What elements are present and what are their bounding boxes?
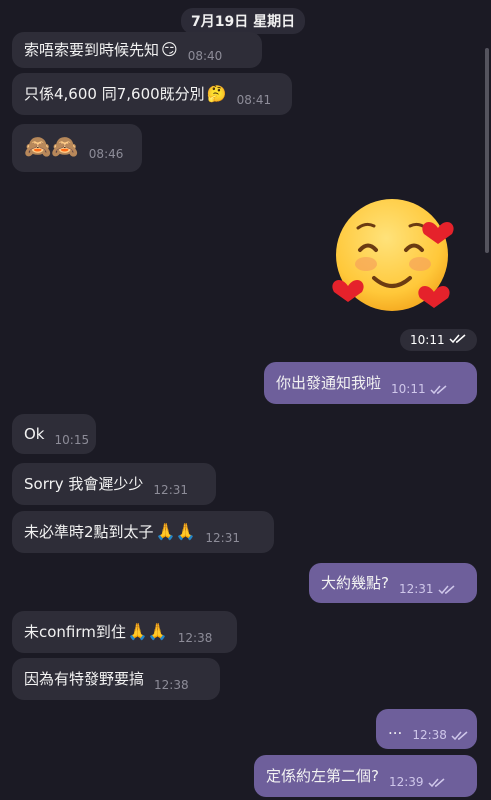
message-time: 10:11 xyxy=(391,382,426,396)
folded-hands-emoji: 🙏🙏 xyxy=(155,522,196,541)
message-time: 12:39 xyxy=(388,775,424,789)
message-time: 08:40 xyxy=(187,49,223,63)
message-incoming[interactable]: 因為有特發野要搞 12:38 xyxy=(12,658,220,700)
message-outgoing[interactable]: ... 12:38 xyxy=(376,709,477,749)
double-check-icon xyxy=(430,380,448,400)
message-time: 12:38 xyxy=(177,631,213,645)
message-outgoing[interactable]: 你出發通知我啦 10:11 xyxy=(264,362,477,404)
sticker-smiling-hearts[interactable] xyxy=(330,198,460,318)
folded-hands-emoji: 🙏🙏 xyxy=(127,622,168,641)
message-outgoing[interactable]: 大約幾點? 12:31 xyxy=(309,563,477,603)
message-time: 10:11 xyxy=(410,333,445,347)
message-time: 12:38 xyxy=(412,728,447,742)
message-incoming[interactable]: Ok 10:15 xyxy=(12,414,96,454)
message-time: 08:41 xyxy=(236,93,272,107)
message-text: ... xyxy=(388,720,403,738)
message-time: 12:31 xyxy=(153,483,189,497)
message-time: 08:46 xyxy=(88,147,124,161)
message-time: 10:15 xyxy=(54,433,90,447)
double-check-icon xyxy=(449,333,467,347)
date-header: 7月19日 星期日 xyxy=(181,8,306,34)
double-check-icon xyxy=(428,773,446,793)
double-check-icon xyxy=(451,726,469,746)
message-text: 🙈🙈 xyxy=(24,135,79,160)
message-text: 你出發通知我啦 xyxy=(276,374,382,392)
message-text: 索唔索要到時候先知 xyxy=(24,41,160,59)
message-text: 未必準時2點到太子 xyxy=(24,523,154,541)
double-check-icon xyxy=(438,580,456,600)
smirk-emoji: 😏 xyxy=(161,40,178,59)
message-incoming[interactable]: 只係4,600 同7,600既分別 🤔 08:41 xyxy=(12,73,292,115)
thinking-emoji: 🤔 xyxy=(206,84,227,103)
scrollbar[interactable] xyxy=(485,48,489,253)
message-time: 12:31 xyxy=(205,531,240,545)
message-text: 因為有特發野要搞 xyxy=(24,670,145,688)
message-text: 未confirm到住 xyxy=(24,623,126,641)
message-time: 12:38 xyxy=(154,678,189,692)
message-text: 大約幾點? xyxy=(321,574,389,592)
message-incoming[interactable]: Sorry 我會遲少少 12:31 xyxy=(12,463,216,505)
message-incoming[interactable]: 🙈🙈 08:46 xyxy=(12,124,142,172)
message-text: Ok xyxy=(24,425,45,443)
message-text: 只係4,600 同7,600既分別 xyxy=(24,85,205,103)
message-time: 12:31 xyxy=(398,582,434,596)
smiling-face-hearts-icon xyxy=(332,199,454,311)
message-incoming[interactable]: 未必準時2點到太子 🙏🙏 12:31 xyxy=(12,511,274,553)
message-text: Sorry 我會遲少少 xyxy=(24,475,144,493)
message-incoming[interactable]: 未confirm到住 🙏🙏 12:38 xyxy=(12,611,237,653)
message-outgoing[interactable]: 定係約左第二個? 12:39 xyxy=(254,755,477,797)
message-incoming[interactable]: 索唔索要到時候先知 😏 08:40 xyxy=(12,32,262,68)
sticker-time-badge: 10:11 xyxy=(400,329,477,351)
message-text: 定係約左第二個? xyxy=(266,767,379,785)
